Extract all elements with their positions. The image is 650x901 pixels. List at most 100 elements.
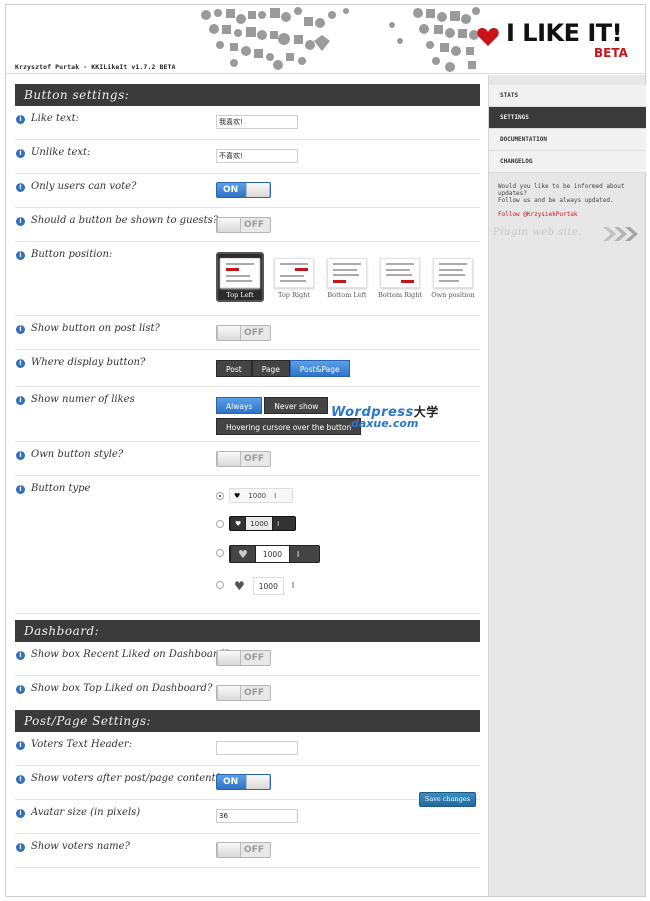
own-style-label: Own button style? xyxy=(31,449,124,460)
info-icon[interactable]: i xyxy=(16,149,25,158)
logo-text: I LIKE IT! xyxy=(506,19,623,47)
row-only-users: i Only users can vote? ON xyxy=(15,174,480,208)
info-icon[interactable]: i xyxy=(16,251,25,260)
radio-button[interactable] xyxy=(216,520,224,528)
info-icon[interactable]: i xyxy=(16,485,25,494)
row-avatar-size: i Avatar size (in pixels) 36 xyxy=(15,800,480,834)
heart-icon: ♥ xyxy=(234,492,241,500)
position-picker: Top Left Top Right Bottom Left Bottom Ri… xyxy=(216,252,481,306)
top-liked-toggle[interactable]: OFF xyxy=(216,685,271,701)
plugin-site-link[interactable]: Plugin web site. xyxy=(493,227,582,238)
wordpress-daxue-watermark: Wordpress大学 daxue.com xyxy=(331,405,439,430)
heart-icon: ♥ xyxy=(230,517,245,530)
section-dashboard: Dashboard: xyxy=(15,620,480,642)
position-own[interactable]: Own position xyxy=(429,252,477,299)
plugin-header: Krzysztof Purtak - KKILikeIt v1.7.2 BETA… xyxy=(6,5,645,74)
button-type-options: ♥1000I Like It! ♥1000I Like It! ♥1000I L… xyxy=(216,488,416,603)
show-voters-label: Show voters after post/page content? xyxy=(31,773,221,784)
likes-never-option[interactable]: Never show xyxy=(264,397,329,414)
where-display-label: Where display button? xyxy=(31,357,146,368)
sidebar-item-stats[interactable]: STATS xyxy=(489,85,646,107)
follow-link[interactable]: Follow @KrzysiekPurtak xyxy=(498,211,638,218)
like-text-label: Like text: xyxy=(31,113,79,124)
where-display-segment: Post Page Post&Page xyxy=(216,360,350,379)
sidebar-item-documentation[interactable]: DOCUMENTATION xyxy=(489,129,646,151)
info-icon[interactable]: i xyxy=(16,809,25,818)
sidebar-item-settings[interactable]: SETTINGS xyxy=(489,107,646,129)
avatar-size-input[interactable]: 36 xyxy=(216,809,298,823)
position-bottom-right[interactable]: Bottom Right xyxy=(376,252,424,299)
info-icon[interactable]: i xyxy=(16,359,25,368)
voters-name-label: Show voters name? xyxy=(31,841,130,852)
radio-button[interactable] xyxy=(216,492,224,500)
button-type-label: Button type xyxy=(31,483,91,494)
i-like-it-logo: I LIKE IT! BETA xyxy=(476,17,628,63)
toggle-state: OFF xyxy=(244,220,264,230)
where-post-page-option[interactable]: Post&Page xyxy=(289,360,350,377)
row-voters-header: i Voters Text Header: xyxy=(15,732,480,766)
info-icon[interactable]: i xyxy=(16,741,25,750)
show-voters-toggle[interactable]: ON xyxy=(216,774,271,790)
info-icon[interactable]: i xyxy=(16,651,25,660)
info-icon[interactable]: i xyxy=(16,451,25,460)
row-where-display: i Where display button? Post Page Post&Pag… xyxy=(15,350,480,387)
logo-beta-badge: BETA xyxy=(594,46,628,60)
heart-logo-icon xyxy=(477,28,499,46)
heart-icon: ♥ xyxy=(230,546,255,562)
info-icon[interactable]: i xyxy=(16,843,25,852)
number-likes-label: Show numer of likes xyxy=(31,394,135,405)
row-recent-liked: i Show box Recent Liked on Dashboard? OF… xyxy=(15,642,480,676)
plugin-byline: Krzysztof Purtak - KKILikeIt v1.7.2 BETA xyxy=(15,63,176,71)
position-top-right[interactable]: Top Right xyxy=(270,252,318,299)
own-style-toggle[interactable]: OFF xyxy=(216,451,271,467)
position-top-left[interactable]: Top Left xyxy=(216,252,264,302)
toggle-state: OFF xyxy=(244,688,264,698)
save-changes-button[interactable]: Save changes xyxy=(419,792,476,807)
avatar-size-label: Avatar size (in pixels) xyxy=(31,807,141,818)
like-text-input[interactable]: 我喜欢! xyxy=(216,115,298,129)
chevron-right-icon[interactable] xyxy=(601,225,641,243)
radio-button[interactable] xyxy=(216,549,224,557)
sidebar: STATS SETTINGS DOCUMENTATION CHANGELOG W… xyxy=(488,75,646,896)
toggle-state: ON xyxy=(223,777,239,787)
unlike-text-input[interactable]: 不喜欢! xyxy=(216,149,298,163)
sidebar-item-changelog[interactable]: CHANGELOG xyxy=(489,151,646,173)
position-bottom-left[interactable]: Bottom Left xyxy=(323,252,371,299)
toggle-state: ON xyxy=(223,185,239,195)
promo-text-2: Follow us and be always updated. xyxy=(498,197,614,204)
info-icon[interactable]: i xyxy=(16,183,25,192)
row-like-text: i Like text: 我喜欢! xyxy=(15,106,480,140)
info-icon[interactable]: i xyxy=(16,325,25,334)
update-promo: Would you like to be informed about upda… xyxy=(498,183,638,218)
where-post-option[interactable]: Post xyxy=(216,360,252,377)
button-position-label: Button position: xyxy=(31,249,113,260)
info-icon[interactable]: i xyxy=(16,217,25,226)
section-post-page-settings: Post/Page Settings: xyxy=(15,710,480,732)
radio-button[interactable] xyxy=(216,581,224,589)
toggle-state: OFF xyxy=(244,653,264,663)
only-users-toggle[interactable]: ON xyxy=(216,182,271,198)
info-icon[interactable]: i xyxy=(16,396,25,405)
toggle-state: OFF xyxy=(244,454,264,464)
show-guests-label: Should a button be shown to guests? xyxy=(31,215,219,226)
row-show-guests: i Should a button be shown to guests? OF… xyxy=(15,208,480,242)
likes-always-option[interactable]: Always xyxy=(216,397,263,414)
section-button-settings: Button settings: xyxy=(15,84,480,106)
admin-frame: Krzysztof Purtak - KKILikeIt v1.7.2 BETA… xyxy=(5,4,646,897)
voters-name-toggle[interactable]: OFF xyxy=(216,842,271,858)
recent-liked-toggle[interactable]: OFF xyxy=(216,650,271,666)
info-icon[interactable]: i xyxy=(16,775,25,784)
sidebar-nav: STATS SETTINGS DOCUMENTATION CHANGELOG xyxy=(489,85,646,173)
info-icon[interactable]: i xyxy=(16,115,25,124)
row-button-position: i Button position: Top Left Top Right Bo… xyxy=(15,242,480,316)
show-guests-toggle[interactable]: OFF xyxy=(216,217,271,233)
row-own-style: i Own button style? OFF xyxy=(15,442,480,476)
voters-header-input[interactable] xyxy=(216,741,298,755)
info-icon[interactable]: i xyxy=(16,685,25,694)
recent-liked-label: Show box Recent Liked on Dashboard? xyxy=(31,649,230,660)
post-list-toggle[interactable]: OFF xyxy=(216,325,271,341)
row-show-voters: i Show voters after post/page content? O… xyxy=(15,766,480,800)
where-page-option[interactable]: Page xyxy=(251,360,290,377)
top-liked-label: Show box Top Liked on Dashboard? xyxy=(31,683,213,694)
toggle-state: OFF xyxy=(244,845,264,855)
